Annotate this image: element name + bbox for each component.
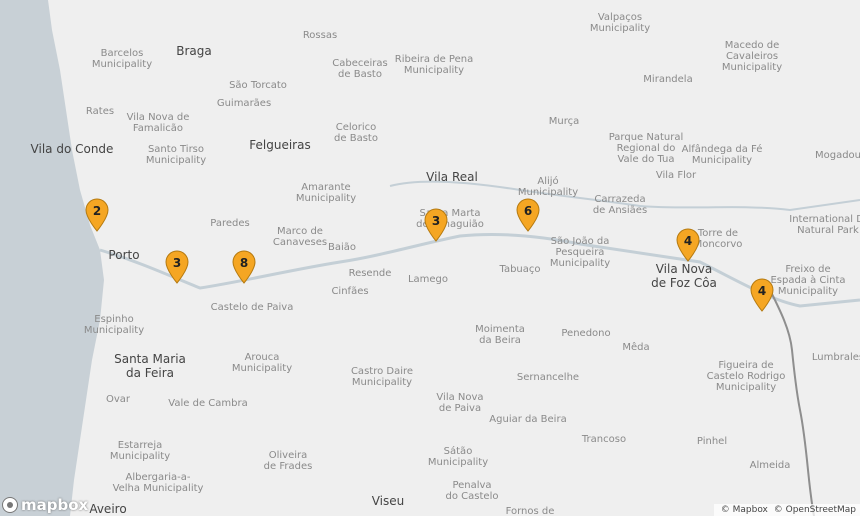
- place-label: International Di Natural Park: [789, 214, 860, 236]
- place-label: Castelo de Paiva: [210, 302, 294, 313]
- mapbox-icon: [2, 497, 18, 513]
- place-label: Tabuaço: [499, 264, 541, 275]
- cluster-count: 2: [92, 204, 102, 218]
- place-label: Vila Flor: [655, 170, 697, 181]
- place-label: Santa Maria da Feira: [114, 352, 186, 380]
- place-label: Moimenta da Beira: [475, 324, 525, 346]
- place-label: Penalva do Castelo: [445, 480, 499, 502]
- place-label: Mêda: [622, 342, 650, 353]
- place-label: Parque Natural Regional do Vale do Tua: [608, 132, 684, 165]
- place-label: Alijó Municipality: [517, 176, 579, 198]
- place-label: Lamego: [407, 274, 449, 285]
- place-label: Ovar: [105, 394, 131, 405]
- place-label: Vila do Conde: [30, 142, 114, 156]
- place-label: Figueira de Castelo Rodrigo Municipality: [706, 360, 786, 393]
- place-label: Aveiro: [89, 502, 127, 516]
- cluster-count: 4: [683, 234, 693, 248]
- place-label: Albergaria-a- Velha Municipality: [112, 472, 204, 494]
- place-label: Baião: [327, 242, 357, 253]
- place-label: Murça: [548, 116, 580, 127]
- place-label: Aguiar da Beira: [489, 414, 567, 425]
- place-label: Santo Tirso Municipality: [145, 144, 207, 166]
- cluster-marker-vila-nova-de-foz-coa[interactable]: 4: [675, 228, 701, 262]
- place-label: Cinfães: [331, 286, 369, 297]
- place-label: Barcelos Municipality: [91, 48, 153, 70]
- place-label: Vale de Cambra: [168, 398, 248, 409]
- place-label: Mirandela: [643, 74, 693, 85]
- place-label: Arouca Municipality: [231, 352, 293, 374]
- place-label: Trancoso: [581, 434, 627, 445]
- place-label: Rates: [85, 106, 115, 117]
- map-canvas[interactable]: Braga Rossas Valpaços Municipality Barcelos…: [0, 0, 860, 516]
- place-label: Cabeceiras de Basto: [332, 58, 388, 80]
- douro-river: [99, 232, 860, 308]
- place-label: Marco de Canaveses: [272, 226, 328, 248]
- place-label: Valpaços Municipality: [589, 12, 651, 34]
- place-label: Sátão Municipality: [427, 446, 489, 468]
- place-label: Carrazeda de Ansiães: [592, 194, 648, 216]
- place-label: Vila Real: [426, 170, 478, 184]
- mapbox-logo-text: mapbox: [21, 496, 89, 514]
- cluster-count: 4: [757, 284, 767, 298]
- place-label: Mogadou: [814, 150, 860, 161]
- place-label: Freixo de Espada à Cinta Municipality: [770, 264, 846, 297]
- place-label: Braga: [176, 44, 212, 58]
- place-label: Sernancelhe: [516, 372, 580, 383]
- attribution-mapbox-link[interactable]: © Mapbox: [721, 505, 768, 515]
- place-label: Alfândega da Fé Municipality: [681, 144, 763, 166]
- place-label: São Torcato: [229, 80, 287, 91]
- place-label: Celorico de Basto: [334, 122, 378, 144]
- place-label: Vila Nova de Paiva: [436, 392, 484, 414]
- cluster-count: 8: [239, 256, 249, 270]
- border-line: [769, 289, 815, 516]
- cluster-marker-porto-south[interactable]: 3: [164, 250, 190, 284]
- cluster-marker-freixo[interactable]: 4: [749, 278, 775, 312]
- place-label: Amarante Municipality: [295, 182, 357, 204]
- place-label: Felgueiras: [249, 138, 311, 152]
- place-label: Oliveira de Frades: [263, 450, 313, 472]
- ocean: [0, 0, 104, 516]
- place-label: Vila Nova de Famalicão: [126, 112, 190, 134]
- place-label: Paredes: [210, 218, 250, 229]
- attribution: © Mapbox © OpenStreetMap: [713, 504, 860, 516]
- place-label: Estarreja Municipality: [109, 440, 171, 462]
- cluster-count: 6: [523, 204, 533, 218]
- cluster-marker-vila-do-conde[interactable]: 2: [84, 198, 110, 232]
- place-label: Resende: [348, 268, 392, 279]
- place-label: Pinhel: [696, 436, 728, 447]
- place-label: Guimarães: [216, 98, 272, 109]
- place-label: Penedono: [561, 328, 611, 339]
- place-label: Castro Daire Municipality: [350, 366, 414, 388]
- place-label: Vila Nova de Foz Côa: [651, 262, 717, 290]
- place-label: Rossas: [302, 30, 338, 41]
- cluster-count: 3: [172, 256, 182, 270]
- cluster-marker-alijo[interactable]: 6: [515, 198, 541, 232]
- cluster-marker-santa-marta[interactable]: 3: [423, 208, 449, 242]
- cluster-count: 3: [431, 214, 441, 228]
- place-label: Macedo de Cavaleiros Municipality: [721, 40, 783, 73]
- place-label: Viseu: [371, 494, 405, 508]
- place-label: Lumbrales: [811, 352, 860, 363]
- place-label: Ribeira de Pena Municipality: [394, 54, 474, 76]
- place-label: Almeida: [749, 460, 791, 471]
- place-label: Espinho Municipality: [83, 314, 145, 336]
- cluster-marker-castelo-de-paiva[interactable]: 8: [231, 250, 257, 284]
- mapbox-logo[interactable]: mapbox: [2, 496, 88, 514]
- place-label: São João da Pesqueira Municipality: [549, 236, 611, 269]
- attribution-osm-link[interactable]: © OpenStreetMap: [774, 505, 856, 515]
- place-label: Fornos de: [505, 506, 555, 516]
- place-label: Porto: [108, 248, 140, 262]
